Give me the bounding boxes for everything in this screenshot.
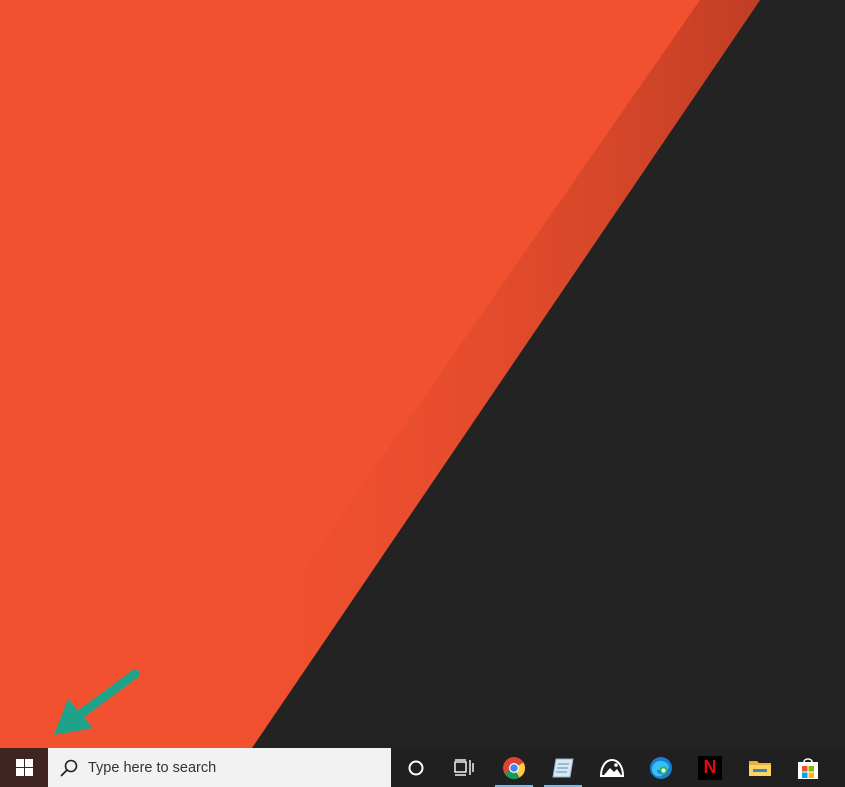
netflix-icon: N <box>698 755 722 780</box>
task-view-button[interactable] <box>440 748 488 787</box>
netflix-taskbar-button[interactable]: N <box>686 748 734 787</box>
file-explorer-taskbar-button[interactable] <box>736 748 784 787</box>
edge-taskbar-button[interactable] <box>637 748 685 787</box>
cortana-circle-icon <box>408 760 424 775</box>
store-taskbar-button[interactable] <box>784 748 832 787</box>
windows-logo-icon <box>15 759 33 776</box>
cortana-button[interactable] <box>392 748 440 787</box>
file-explorer-icon <box>749 760 771 776</box>
search-icon <box>60 759 78 777</box>
notepad-app-icon <box>552 758 574 777</box>
chrome-icon <box>503 756 525 779</box>
photos-app-icon <box>599 758 625 777</box>
edge-icon <box>650 756 672 779</box>
photos-taskbar-button[interactable] <box>588 748 636 787</box>
taskbar: Type here to search N <box>0 748 845 787</box>
desktop-screen: Type here to search N <box>0 0 845 787</box>
search-box[interactable]: Type here to search <box>48 748 391 787</box>
notepad-taskbar-button[interactable] <box>539 748 587 787</box>
netflix-letter: N <box>703 757 717 777</box>
store-icon <box>798 757 818 779</box>
start-button[interactable] <box>0 748 48 787</box>
task-view-icon <box>454 758 474 776</box>
chrome-taskbar-button[interactable] <box>490 748 538 787</box>
search-placeholder: Type here to search <box>88 760 217 776</box>
desktop-wallpaper <box>0 0 845 787</box>
